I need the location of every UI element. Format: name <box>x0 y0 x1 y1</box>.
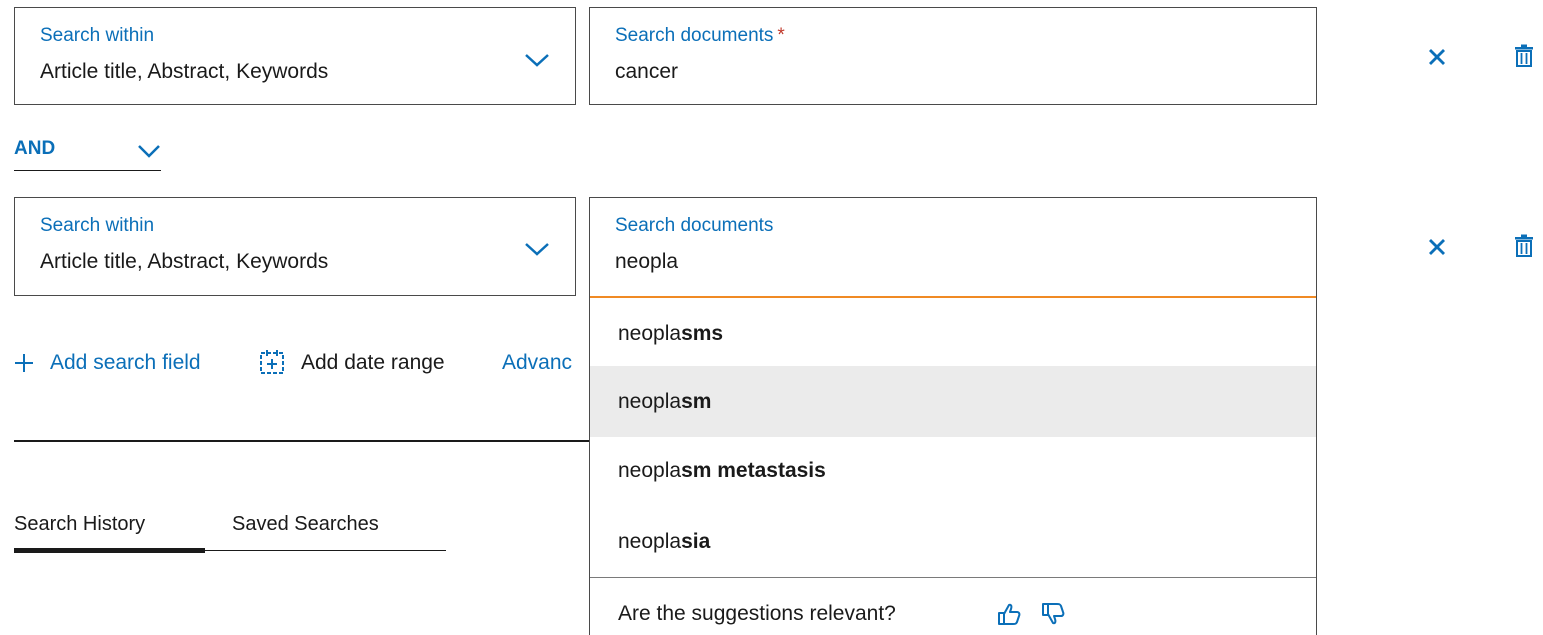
calendar-add-icon <box>260 350 284 374</box>
close-icon[interactable] <box>1427 237 1447 257</box>
boolean-operator-select[interactable]: AND <box>14 138 161 171</box>
search-documents-label: Search documents <box>615 215 774 236</box>
suggestion-item[interactable]: neoplasm metastasis <box>590 435 1316 506</box>
advanced-search-label: Advanc <box>502 351 573 374</box>
search-documents-label: Search documents * <box>615 25 785 46</box>
suggestion-item[interactable]: neoplasm <box>590 366 1316 437</box>
suggestions-feedback-question: Are the suggestions relevant? <box>618 602 896 625</box>
search-documents-field-1[interactable]: Search documents * cancer <box>589 7 1445 105</box>
search-within-select-1[interactable]: Search within Article title, Abstract, K… <box>14 7 576 105</box>
required-asterisk: * <box>777 25 785 46</box>
chevron-down-icon[interactable] <box>524 52 550 68</box>
add-date-range-label: Add date range <box>301 351 445 374</box>
trash-icon[interactable] <box>1514 44 1534 68</box>
tab-saved-searches[interactable]: Saved Searches <box>232 513 379 536</box>
active-tab-indicator <box>14 548 205 553</box>
search-within-select-2[interactable]: Search within Article title, Abstract, K… <box>14 197 576 296</box>
add-search-field-label: Add search field <box>50 351 201 374</box>
divider <box>590 577 1316 578</box>
divider <box>14 440 590 442</box>
suggestion-item[interactable]: neoplasms <box>590 298 1316 369</box>
thumbs-up-icon[interactable] <box>996 601 1022 627</box>
autocomplete-dropdown: neoplasms neoplasm neoplasm metastasis n… <box>589 296 1317 635</box>
search-documents-input[interactable]: neopla <box>615 250 678 274</box>
thumbs-down-icon[interactable] <box>1040 601 1066 627</box>
operator-label: AND <box>14 138 56 159</box>
search-within-value: Article title, Abstract, Keywords <box>40 60 329 83</box>
history-tabs: Search History Saved Searches <box>14 510 446 553</box>
search-within-value: Article title, Abstract, Keywords <box>40 250 329 273</box>
suggestion-item[interactable]: neoplasia <box>590 506 1316 577</box>
advanced-search-link[interactable]: Advanc <box>502 348 589 378</box>
trash-icon[interactable] <box>1514 234 1534 258</box>
chevron-down-icon[interactable] <box>524 241 550 257</box>
plus-icon <box>15 354 33 372</box>
search-documents-field-2[interactable]: Search documents neopla <box>589 197 1445 297</box>
chevron-down-icon[interactable] <box>137 144 161 158</box>
close-icon[interactable] <box>1427 47 1447 67</box>
tab-search-history[interactable]: Search History <box>14 513 145 536</box>
search-within-label: Search within <box>40 25 155 46</box>
search-within-label: Search within <box>40 215 155 236</box>
search-documents-input[interactable]: cancer <box>615 60 678 84</box>
